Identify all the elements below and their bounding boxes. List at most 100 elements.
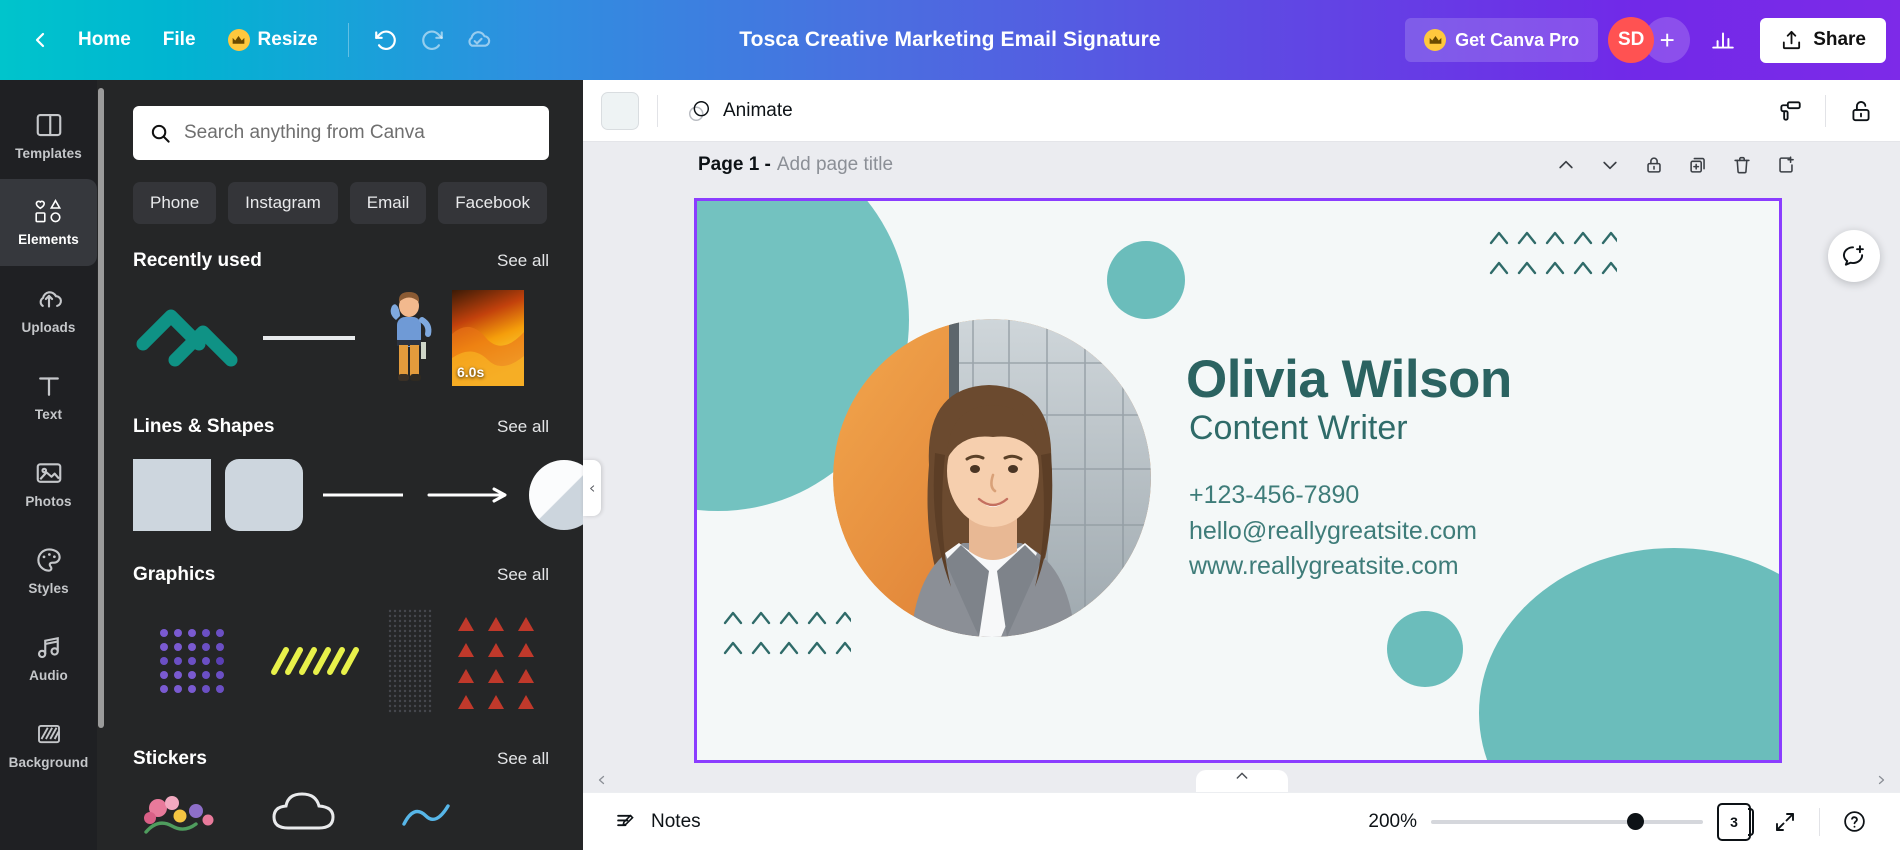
- delete-page-button[interactable]: [1722, 145, 1762, 185]
- pro-label: Get Canva Pro: [1455, 29, 1580, 50]
- sidebar-item-uploads[interactable]: Uploads: [0, 266, 97, 353]
- chevron-down-icon: [1603, 161, 1617, 170]
- sidebar-item-photos[interactable]: Photos: [0, 440, 97, 527]
- paint-roller-icon[interactable]: [1769, 90, 1811, 132]
- graphic-purple-dots[interactable]: [133, 629, 251, 693]
- graphic-dark-dot-grid[interactable]: [385, 609, 435, 713]
- page-count-button[interactable]: 3: [1717, 802, 1754, 841]
- shape-rounded-square[interactable]: [225, 459, 303, 531]
- zoom-value: 200%: [1368, 810, 1417, 832]
- lock-page-button[interactable]: [1634, 145, 1674, 185]
- panel-scrollbar[interactable]: [98, 88, 104, 728]
- help-button[interactable]: [1834, 802, 1874, 842]
- design-title[interactable]: Tosca Creative Marketing Email Signature: [739, 28, 1160, 52]
- decor-small-teal-circle-bottom[interactable]: [1387, 611, 1463, 687]
- chip-email[interactable]: Email: [349, 182, 427, 224]
- graphic-yellow-stripes[interactable]: [265, 644, 371, 678]
- share-button[interactable]: Share: [1760, 17, 1886, 63]
- sidebar-item-templates[interactable]: Templates: [0, 92, 97, 179]
- add-comment-button[interactable]: [1828, 230, 1880, 282]
- element-thumb-video[interactable]: 6.0s: [451, 290, 525, 386]
- zoom-slider[interactable]: [1431, 812, 1703, 832]
- file-menu-button[interactable]: File: [147, 20, 212, 60]
- add-page-button[interactable]: [1766, 145, 1806, 185]
- shape-circle[interactable]: [529, 460, 583, 530]
- chevron-left-icon: [598, 775, 605, 785]
- decor-small-teal-circle-top[interactable]: [1107, 241, 1185, 319]
- sidebar-item-label: Background: [8, 755, 89, 770]
- sidebar-item-label: Audio: [29, 668, 68, 683]
- decor-chevron-pattern-bottom[interactable]: [721, 607, 851, 665]
- see-all-graphics[interactable]: See all: [497, 565, 549, 585]
- sidebar-item-audio[interactable]: Audio: [0, 614, 97, 701]
- fullscreen-button[interactable]: [1765, 802, 1805, 842]
- styles-palette-icon: [36, 548, 61, 572]
- back-button[interactable]: [18, 18, 62, 62]
- sidebar-item-styles[interactable]: Styles: [0, 527, 97, 614]
- sticker-cloud[interactable]: [265, 790, 377, 838]
- avatar[interactable]: SD: [1608, 17, 1655, 63]
- design-contact-block[interactable]: +123-456-7890 hello@reallygreatsite.com …: [1189, 478, 1477, 585]
- bar-chart-icon[interactable]: [1700, 17, 1746, 63]
- element-thumb-chevrons[interactable]: [133, 298, 241, 378]
- scroll-right-arrow[interactable]: [1870, 774, 1892, 786]
- graphic-red-triangles[interactable]: [449, 609, 567, 713]
- page-title-input[interactable]: Add page title: [777, 154, 893, 176]
- lock-open-icon[interactable]: [1840, 90, 1882, 132]
- bottom-toolbar-right: 200% 3: [1355, 802, 1874, 842]
- chip-instagram[interactable]: Instagram: [228, 182, 338, 224]
- see-all-lines-shapes[interactable]: See all: [497, 417, 549, 437]
- bottom-toolbar: Notes 200% 3: [583, 792, 1900, 850]
- sidebar-item-label: Photos: [25, 494, 72, 509]
- expand-panel-notch[interactable]: [1195, 770, 1288, 792]
- sticker-squiggle[interactable]: [391, 790, 471, 838]
- see-all-recently-used[interactable]: See all: [497, 251, 549, 271]
- page-header: Page 1 - Add page title: [583, 142, 1900, 188]
- chevron-up-icon: [1236, 772, 1247, 779]
- cloud-saved-icon[interactable]: [455, 17, 501, 63]
- page-count-value: 3: [1730, 813, 1738, 830]
- shape-arrow[interactable]: [423, 485, 515, 505]
- element-thumb-line[interactable]: [255, 328, 363, 348]
- expand-icon: [1776, 812, 1794, 831]
- duplicate-page-button[interactable]: [1678, 145, 1718, 185]
- sticker-flowers[interactable]: [133, 786, 251, 842]
- element-thumb-person[interactable]: [377, 290, 437, 386]
- portrait-photo[interactable]: [833, 319, 1151, 637]
- toolbar-divider: [347, 23, 349, 57]
- undo-icon[interactable]: [363, 17, 409, 63]
- section-header-recently-used: Recently used See all: [133, 250, 549, 272]
- photos-image-icon: [36, 463, 61, 483]
- zoom-slider-thumb[interactable]: [1627, 813, 1644, 830]
- resize-button[interactable]: Resize: [212, 20, 334, 60]
- notes-button[interactable]: Notes: [605, 802, 711, 841]
- search-input[interactable]: Search anything from Canva: [133, 106, 549, 160]
- sidebar-item-text[interactable]: Text: [0, 353, 97, 440]
- email-signature-design: Olivia Wilson Content Writer +123-456-78…: [697, 201, 1779, 760]
- animate-label: Animate: [723, 99, 793, 121]
- panel-collapse-handle[interactable]: [583, 460, 601, 516]
- sidebar-item-label: Templates: [15, 146, 82, 161]
- page-color-swatch[interactable]: [601, 91, 639, 130]
- see-all-stickers[interactable]: See all: [497, 749, 549, 769]
- design-role[interactable]: Content Writer: [1189, 409, 1408, 448]
- chip-facebook[interactable]: Facebook: [438, 182, 547, 224]
- animate-button[interactable]: Animate: [676, 91, 803, 131]
- get-canva-pro-button[interactable]: Get Canva Pro: [1405, 18, 1599, 62]
- design-canvas[interactable]: Olivia Wilson Content Writer +123-456-78…: [694, 198, 1782, 763]
- shape-line[interactable]: [317, 485, 409, 505]
- redo-icon[interactable]: [409, 17, 455, 63]
- trash-icon: [1734, 156, 1750, 174]
- search-icon: [151, 124, 170, 143]
- home-button[interactable]: Home: [62, 20, 147, 60]
- move-page-down-button[interactable]: [1590, 145, 1630, 185]
- section-title: Graphics: [133, 564, 216, 585]
- shape-square[interactable]: [133, 459, 211, 531]
- chip-phone[interactable]: Phone: [133, 182, 217, 224]
- scroll-left-arrow[interactable]: [591, 774, 613, 786]
- sidebar-item-background[interactable]: Background: [0, 701, 97, 788]
- move-page-up-button[interactable]: [1546, 145, 1586, 185]
- sidebar-item-elements[interactable]: Elements: [0, 179, 97, 266]
- design-name[interactable]: Olivia Wilson: [1186, 349, 1512, 410]
- decor-chevron-pattern-top[interactable]: [1487, 227, 1617, 285]
